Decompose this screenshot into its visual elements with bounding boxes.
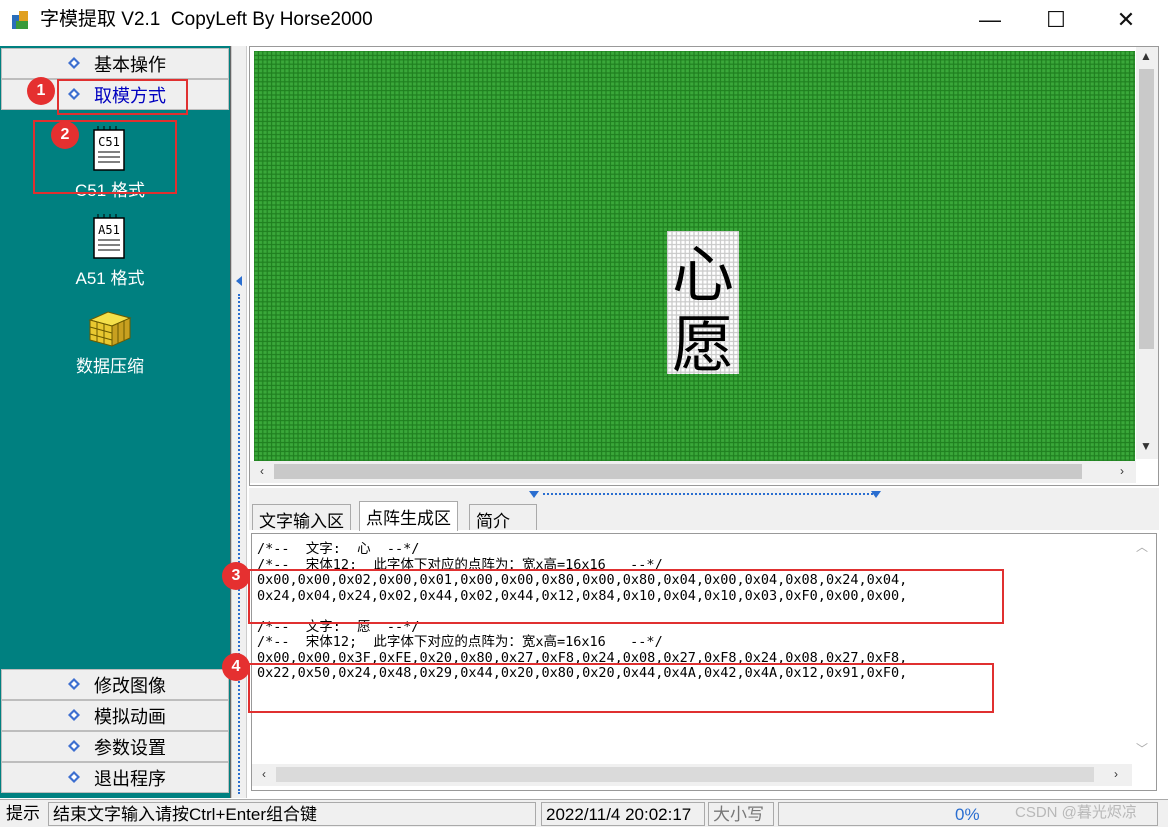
output-horizontal-scrollbar[interactable]: ‹ › xyxy=(252,764,1132,786)
diamond-icon xyxy=(68,678,80,690)
collapse-down-icon[interactable] xyxy=(871,491,881,498)
nav-label: 基本操作 xyxy=(94,54,166,75)
scroll-up-icon[interactable]: ︿ xyxy=(1132,538,1152,555)
status-caps: 大小写 xyxy=(708,802,774,826)
window-title: 字模提取 V2.1 CopyLeft By Horse2000 xyxy=(40,9,373,30)
grid-vertical-scrollbar[interactable]: ▲ ▼ xyxy=(1136,47,1158,459)
tab-intro[interactable]: 简介 xyxy=(469,504,537,531)
cube-icon xyxy=(88,311,132,347)
svg-text:A51: A51 xyxy=(98,223,120,237)
nav-animation-button[interactable]: 模拟动画 xyxy=(1,700,229,731)
status-hint-text: 结束文字输入请按Ctrl+Enter组合键 xyxy=(48,802,536,826)
annotation-box-4 xyxy=(248,663,994,713)
annotation-badge-1: 1 xyxy=(27,77,55,105)
nav-basic-ops-button[interactable]: 基本操作 xyxy=(1,48,229,79)
a51-format-tool[interactable]: A51 A51 格式 xyxy=(40,214,180,289)
nav-edit-image-button[interactable]: 修改图像 xyxy=(1,669,229,700)
status-hint-label: 提示 xyxy=(6,804,40,823)
annotation-box-1 xyxy=(57,79,188,115)
minimize-button[interactable]: — xyxy=(962,4,1018,36)
output-vertical-scrollbar[interactable]: ︿ ﹀ xyxy=(1132,534,1154,788)
title-bar: 字模提取 V2.1 CopyLeft By Horse2000 — ☐ ✕ xyxy=(0,0,1168,42)
nav-label: 修改图像 xyxy=(94,675,166,696)
annotation-badge-4: 4 xyxy=(222,653,250,681)
scroll-up-icon[interactable]: ▲ xyxy=(1136,49,1156,63)
annotation-badge-3: 3 xyxy=(222,562,250,590)
nav-exit-button[interactable]: 退出程序 xyxy=(1,762,229,793)
nav-label: 模拟动画 xyxy=(94,706,166,727)
maximize-button[interactable]: ☐ xyxy=(1028,4,1084,36)
scroll-left-icon[interactable]: ‹ xyxy=(252,464,272,478)
scroll-down-icon[interactable]: ﹀ xyxy=(1132,740,1152,757)
tool-label: A51 格式 xyxy=(75,269,145,288)
document-icon: A51 xyxy=(93,214,125,259)
tab-dot-matrix[interactable]: 点阵生成区 xyxy=(359,501,458,531)
nav-settings-button[interactable]: 参数设置 xyxy=(1,731,229,762)
diamond-icon xyxy=(68,709,80,721)
close-button[interactable]: ✕ xyxy=(1098,4,1154,36)
scroll-thumb[interactable] xyxy=(1139,69,1154,349)
dot-matrix-view: 心愿 ▲ ▼ ‹ › xyxy=(249,46,1159,486)
annotation-box-3 xyxy=(248,569,1004,624)
scroll-right-icon[interactable]: › xyxy=(1112,464,1132,478)
diamond-icon xyxy=(68,740,80,752)
diamond-icon xyxy=(68,771,80,783)
diamond-icon xyxy=(68,57,80,69)
data-compress-tool[interactable]: 数据压缩 xyxy=(40,308,180,377)
tab-bar: 文字输入区 点阵生成区 简介 xyxy=(249,500,1159,531)
scroll-left-icon[interactable]: ‹ xyxy=(254,767,274,781)
collapse-down-icon[interactable] xyxy=(529,491,539,498)
collapse-arrow-icon[interactable] xyxy=(235,276,243,286)
status-datetime: 2022/11/4 20:02:17 xyxy=(541,802,705,826)
nav-label: 参数设置 xyxy=(94,737,166,758)
splitter-grip xyxy=(238,294,240,794)
scroll-thumb[interactable] xyxy=(274,464,1082,479)
glyph-char: 愿 xyxy=(672,308,734,381)
annotation-badge-2: 2 xyxy=(51,121,79,149)
scroll-down-icon[interactable]: ▼ xyxy=(1136,439,1156,453)
watermark: CSDN @暮光烬凉 xyxy=(1015,804,1137,821)
tab-text-input[interactable]: 文字输入区 xyxy=(252,504,351,531)
status-bar: 提示 结束文字输入请按Ctrl+Enter组合键 2022/11/4 20:02… xyxy=(0,799,1168,827)
horizontal-splitter[interactable] xyxy=(249,488,1159,500)
splitter-grip xyxy=(543,493,873,495)
tool-label: 数据压缩 xyxy=(76,357,144,376)
app-icon xyxy=(12,11,28,29)
panel-splitter[interactable] xyxy=(231,46,247,798)
scroll-right-icon[interactable]: › xyxy=(1106,767,1126,781)
progress-value: 0% xyxy=(955,805,980,824)
glyph-char: 心 xyxy=(672,238,734,311)
nav-label: 退出程序 xyxy=(94,768,166,789)
dot-matrix-grid[interactable]: 心愿 xyxy=(254,51,1135,463)
scroll-thumb[interactable] xyxy=(276,767,1094,782)
glyph-preview: 心愿 xyxy=(672,238,734,381)
grid-horizontal-scrollbar[interactable]: ‹ › xyxy=(250,461,1136,483)
